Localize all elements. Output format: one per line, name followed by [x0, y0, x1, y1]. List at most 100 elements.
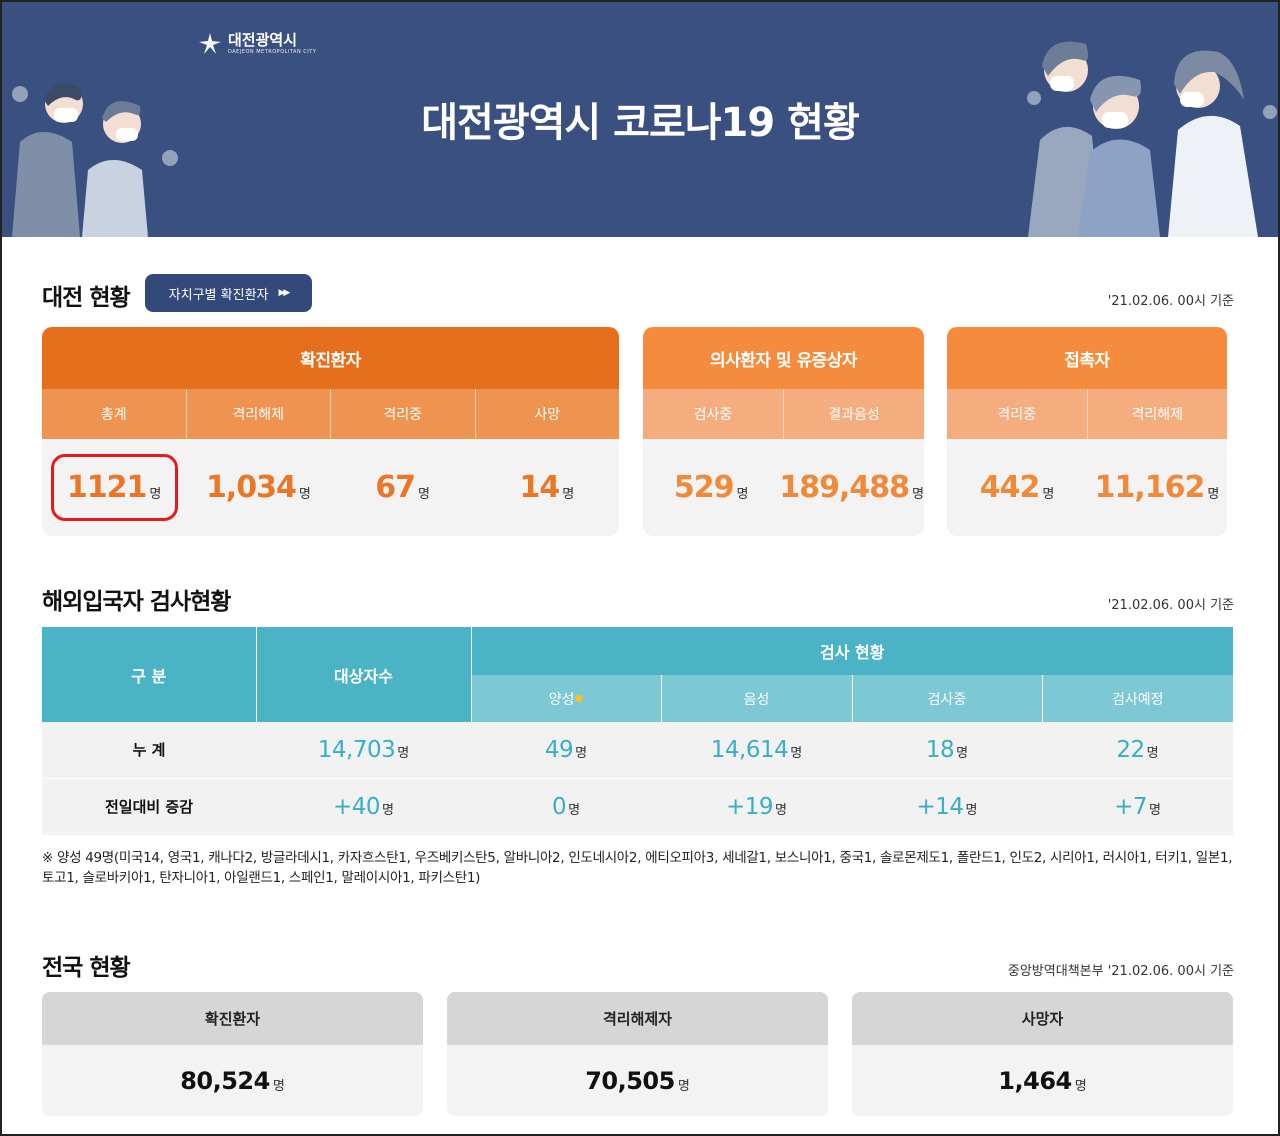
national-section-title: 전국 현황 [42, 955, 131, 981]
row-label: 누 계 [42, 722, 256, 779]
national-released-title: 격리해제자 [447, 992, 828, 1045]
unit-label: 명 [1146, 745, 1159, 761]
national-confirmed-card: 확진환자 80,524 명 [42, 992, 423, 1116]
confirmed-isolated-cell: 67 명 [331, 439, 475, 536]
national-deaths-card: 사망자 1,464 명 [852, 992, 1233, 1116]
unit-label: 명 [1042, 487, 1055, 502]
unit-label: 명 [397, 745, 410, 761]
row-label: 전일대비 증감 [42, 778, 256, 835]
unit-label: 명 [956, 745, 969, 761]
overseas-section-title: 해외입국자 검사현황 [42, 589, 231, 615]
cumulative-target-value: 14,703 [317, 736, 396, 763]
contacts-col-isolated: 격리중 [997, 407, 1037, 423]
suspected-testing-value: 529 [673, 470, 735, 505]
national-confirmed-value: 80,524 [180, 1066, 270, 1095]
contacts-isolated-cell: 442 명 [947, 439, 1087, 536]
daejeon-ref-date: '21.02.06. 00시 기준 [1107, 294, 1234, 309]
logo-subtext: DAEJEON METROPOLITAN CITY [228, 49, 317, 55]
national-deaths-title: 사망자 [852, 992, 1233, 1045]
head-test-status: 검사 현황 [471, 627, 1233, 675]
cumulative-testing-value: 18 [925, 736, 955, 763]
unit-label: 명 [965, 802, 978, 818]
cumulative-scheduled-value: 22 [1116, 736, 1145, 763]
suspected-card: 의사환자 및 유증상자 검사중 결과음성 529 명 189,488 명 [643, 327, 924, 536]
suspected-col-testing: 검사중 [693, 407, 733, 423]
delta-scheduled-value: +7 [1114, 793, 1147, 820]
city-logo[interactable]: 대전광역시 DAEJEON METROPOLITAN CITY [198, 32, 316, 56]
unit-label: 명 [790, 745, 803, 761]
confirmed-total-cell: 1121 명 [42, 439, 186, 536]
unit-label: 명 [562, 487, 575, 502]
contacts-released-value: 11,162 [1094, 470, 1206, 505]
suspected-col-negative: 결과음성 [783, 389, 924, 439]
subhead-scheduled: 검사예정 [1042, 675, 1233, 722]
national-released-value: 70,505 [585, 1066, 675, 1095]
confirmed-deaths-value: 14 [519, 470, 561, 505]
confirmed-card-title: 확진환자 [42, 327, 619, 389]
confirmed-isolated-value: 67 [375, 470, 416, 505]
suspected-testing-cell: 529 명 [643, 439, 779, 536]
unit-label: 명 [298, 487, 311, 502]
unit-label: 명 [575, 745, 588, 761]
subhead-positive: 양성● [471, 675, 662, 722]
subhead-testing: 검사중 [852, 675, 1043, 722]
double-arrow-right-icon: ▶▶ [278, 288, 290, 298]
daejeon-logo-icon [199, 33, 221, 54]
unit-label: 명 [1207, 487, 1220, 502]
confirmed-card: 확진환자 총계 격리해제 격리중 사망 1121 명 1,034 명 67 명 14 명 [42, 327, 619, 536]
head-gubun: 구 분 [42, 627, 257, 722]
national-confirmed-title: 확진환자 [42, 992, 423, 1045]
head-target-count: 대상자수 [256, 627, 472, 722]
contacts-card-title: 접촉자 [947, 327, 1227, 389]
national-ref-date: 중앙방역대책본부 '21.02.06. 00시 기준 [1007, 964, 1234, 979]
delta-target-value: +40 [332, 793, 381, 820]
unit-label: 명 [272, 1079, 285, 1094]
confirmed-col-released: 격리해제 [185, 389, 331, 439]
contacts-card: 접촉자 격리중 격리해제 442 명 11,162 명 [947, 327, 1227, 536]
unit-label: 명 [382, 802, 394, 818]
highlight-circle [51, 454, 178, 521]
suspected-negative-value: 189,488 [779, 470, 910, 505]
national-deaths-value: 1,464 [998, 1066, 1072, 1095]
page-title: 대전광역시 코로나19 현황 [421, 100, 860, 146]
unit-label: 명 [568, 802, 581, 818]
people-with-masks-illustration-left [12, 84, 178, 237]
unit-label: 명 [677, 1079, 690, 1094]
unit-label: 명 [736, 487, 749, 502]
suspected-card-title: 의사환자 및 유증상자 [643, 327, 924, 389]
daejeon-section-title: 대전 현황 [42, 285, 131, 311]
confirmed-released-cell: 1,034 명 [186, 439, 330, 536]
contacts-isolated-value: 442 [979, 470, 1041, 505]
table-row: 전일대비 증감 +40 명 0명 +19 명 +14 명 +7 명 [42, 778, 1233, 835]
overseas-ref-date: '21.02.06. 00시 기준 [1107, 598, 1234, 613]
national-released-card: 격리해제자 70,505 명 [447, 992, 828, 1116]
unit-label: 명 [418, 487, 430, 502]
positive-country-note: ※ 양성 49명(미국14, 영국1, 캐나다2, 방글라데시1, 카자흐스탄1… [42, 850, 1233, 886]
subhead-negative: 음성 [661, 675, 853, 722]
suspected-negative-cell: 189,488 명 [779, 439, 924, 536]
unit-label: 명 [1074, 1079, 1087, 1094]
unit-label: 명 [1148, 802, 1161, 818]
delta-testing-value: +14 [916, 793, 964, 820]
confirmed-col-total: 총계 [100, 407, 127, 423]
unit-label: 명 [912, 487, 924, 502]
district-confirmed-button[interactable]: 자치구별 확진환자 ▶▶ [145, 274, 312, 312]
district-confirmed-button-label: 자치구별 확진환자 [168, 287, 269, 303]
confirmed-released-value: 1,034 [205, 470, 297, 505]
contacts-col-released: 격리해제 [1086, 389, 1228, 439]
confirmed-col-isolated: 격리중 [330, 389, 475, 439]
delta-positive-value: 0 [551, 793, 567, 820]
delta-negative-value: +19 [725, 793, 774, 820]
header-banner: 대전광역시 DAEJEON METROPOLITAN CITY 대전광역시 코로… [2, 2, 1278, 237]
unit-label: 명 [775, 802, 787, 818]
contacts-released-cell: 11,162 명 [1087, 439, 1227, 536]
logo-text: 대전광역시 [228, 31, 298, 49]
confirmed-deaths-cell: 14 명 [475, 439, 619, 536]
cumulative-positive-value: 49 [544, 736, 574, 763]
cumulative-negative-value: 14,614 [710, 736, 789, 763]
confirmed-col-deaths: 사망 [474, 389, 620, 439]
subhead-positive-label: 양성 [548, 691, 575, 708]
overseas-table: 구 분 대상자수 검사 현황 양성● 음성 검사중 검사예정 누 계 14,70… [42, 627, 1233, 835]
asterisk-dot-icon: ● [574, 692, 584, 704]
table-row: 누 계 14,703 명 49 명 14,614 명 18 명 22 명 [42, 722, 1233, 779]
